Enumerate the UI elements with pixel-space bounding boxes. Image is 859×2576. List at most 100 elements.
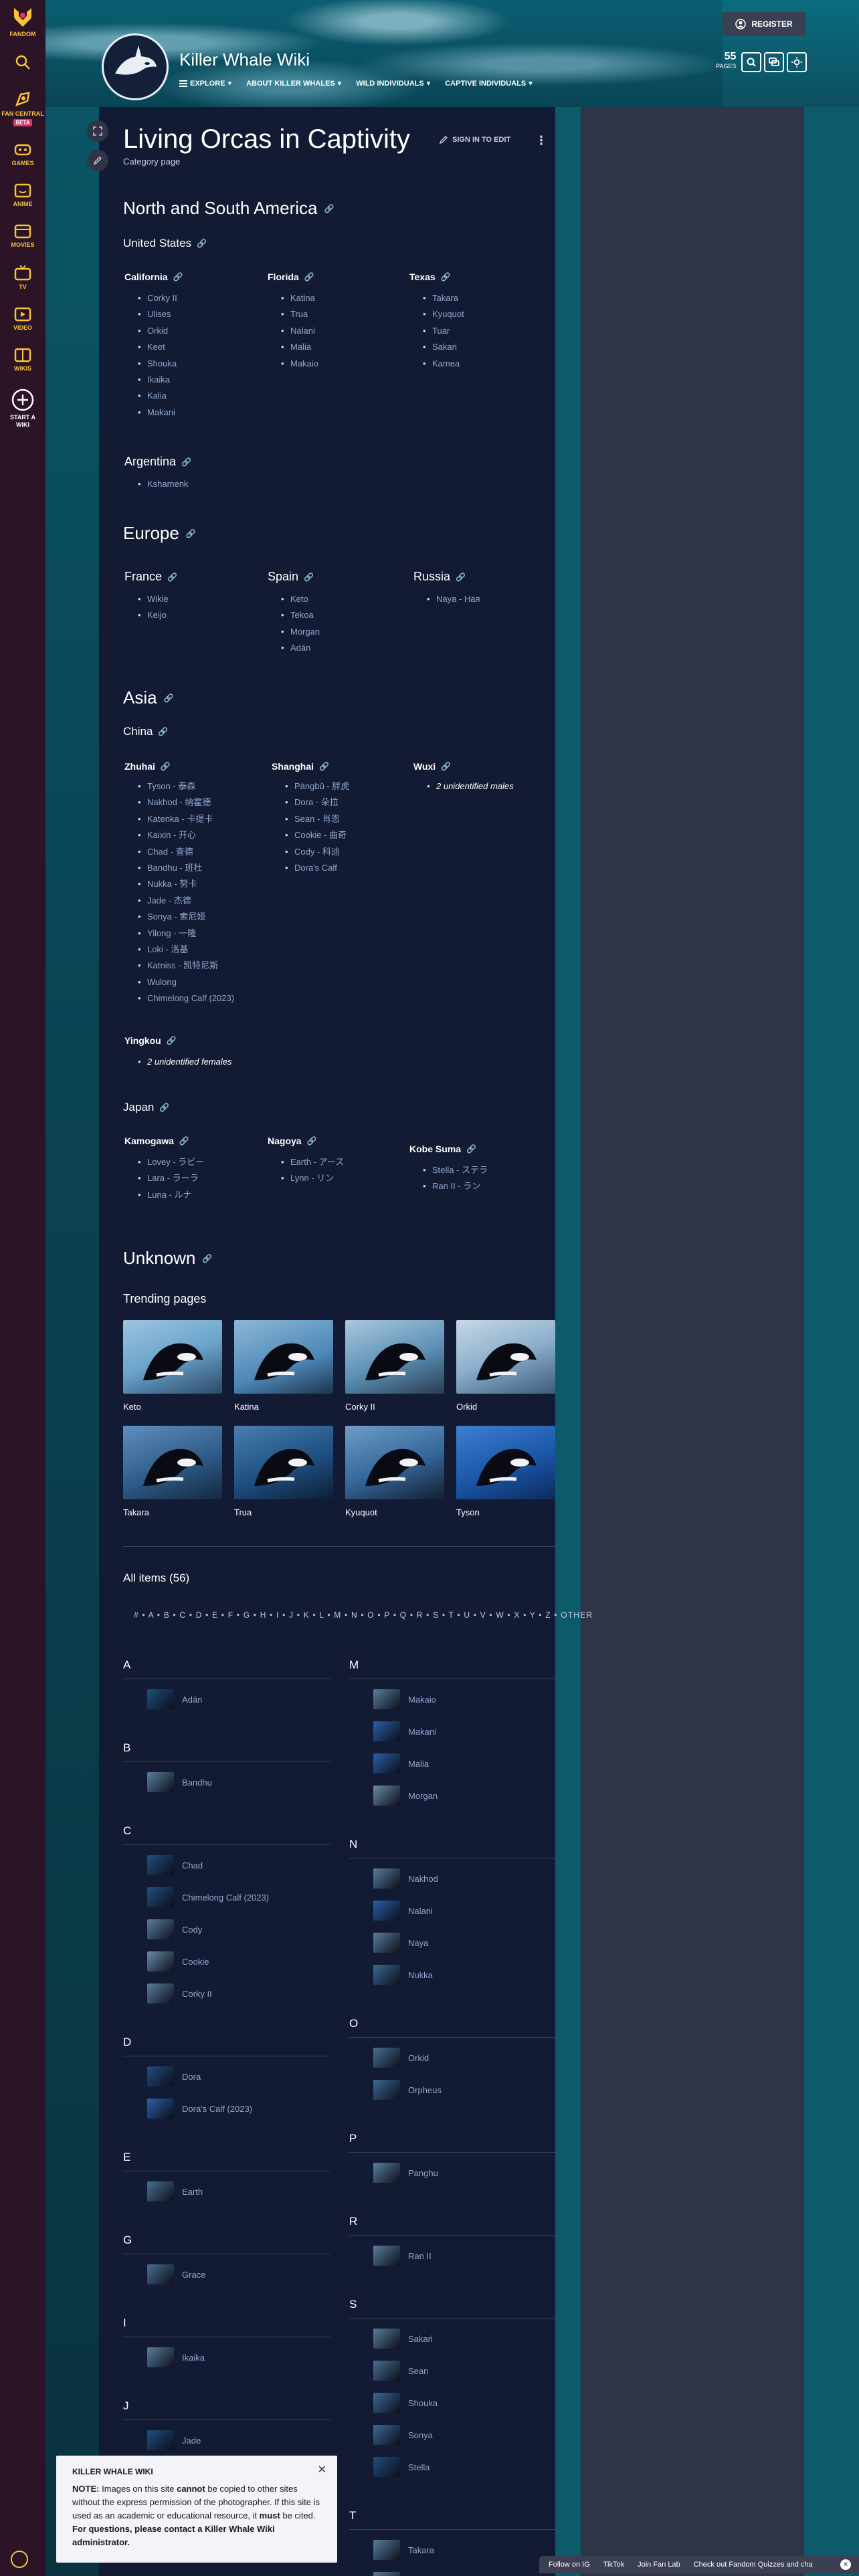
list-item[interactable]: Kyuquot	[409, 306, 464, 323]
list-item[interactable]: Stella - ステラ	[409, 1162, 488, 1179]
list-item[interactable]: Orkid	[124, 323, 177, 340]
list-item[interactable]: Morgan	[268, 624, 320, 641]
wiki-logo[interactable]	[102, 33, 169, 100]
item-thumbnail[interactable]	[147, 1983, 174, 2004]
item-name[interactable]: Chimelong Calf (2023)	[182, 1893, 269, 1903]
list-item[interactable]: Stella	[373, 2457, 430, 2477]
list-item[interactable]: Sakari	[373, 2329, 433, 2349]
list-item[interactable]: Nakhod - 纳霍德	[124, 794, 234, 811]
trending-card[interactable]: Kyuquot	[345, 1426, 444, 1517]
list-item[interactable]: Jade - 杰德	[124, 893, 234, 909]
trending-image[interactable]	[123, 1320, 222, 1394]
list-item[interactable]: Tekoa	[268, 607, 320, 624]
item-name[interactable]: Adán	[182, 1695, 202, 1705]
close-icon[interactable]: ✕	[840, 2559, 851, 2570]
list-item[interactable]: Katniss - 凯特尼斯	[124, 958, 234, 974]
trending-image[interactable]	[456, 1320, 555, 1394]
list-item[interactable]: Nakhod	[373, 1868, 438, 1889]
item-name[interactable]: Makaio	[408, 1695, 436, 1705]
trending-image[interactable]	[345, 1320, 444, 1394]
link-icon[interactable]: 🔗	[441, 762, 451, 771]
trending-label[interactable]: Corky II	[345, 1402, 444, 1412]
fan-central-button[interactable]: FAN CENTRAL BETA	[0, 90, 45, 126]
link-icon[interactable]: 🔗	[164, 693, 174, 703]
anime-button[interactable]: ANIME	[0, 183, 45, 208]
list-item[interactable]: Cody	[147, 1919, 202, 1939]
link-icon[interactable]: 🔗	[466, 1144, 476, 1154]
item-thumbnail[interactable]	[373, 2361, 400, 2381]
list-item[interactable]: Nalani	[373, 1901, 433, 1921]
item-name[interactable]: Sonya	[408, 2430, 433, 2440]
item-name[interactable]: Takara	[408, 2545, 434, 2555]
list-item[interactable]: Wikie	[124, 591, 169, 608]
item-thumbnail[interactable]	[373, 2457, 400, 2477]
trending-image[interactable]	[345, 1426, 444, 1499]
close-icon[interactable]: ✕	[318, 2464, 326, 2477]
list-item[interactable]: Makaio	[373, 1689, 436, 1709]
list-item[interactable]: Kalia	[124, 388, 177, 405]
item-name[interactable]: Jade	[182, 2436, 201, 2446]
trending-card[interactable]: Keto	[123, 1320, 222, 1412]
list-item[interactable]: Takara	[409, 290, 464, 307]
movies-button[interactable]: MOVIES	[0, 224, 45, 249]
item-thumbnail[interactable]	[373, 1868, 400, 1889]
item-thumbnail[interactable]	[147, 1951, 174, 1971]
item-name[interactable]: Corky II	[182, 1989, 212, 1999]
item-name[interactable]: Malia	[408, 1759, 429, 1769]
item-name[interactable]: Ikaika	[182, 2353, 205, 2363]
link-icon[interactable]: 🔗	[179, 1136, 189, 1146]
item-thumbnail[interactable]	[373, 1721, 400, 1741]
list-item[interactable]: Yilong - 一隆	[124, 926, 234, 942]
list-item[interactable]: Malia	[268, 339, 318, 356]
item-name[interactable]: Sean	[408, 2366, 428, 2376]
link-icon[interactable]: 🔗	[324, 204, 335, 213]
trending-label[interactable]: Keto	[123, 1402, 222, 1412]
list-item[interactable]: Kamea	[409, 356, 464, 372]
alphabet-nav[interactable]: # • A • B • C • D • E • F • G • H • I • …	[134, 1610, 593, 1620]
list-item[interactable]: Sonya - 索尼娅	[124, 909, 234, 926]
item-thumbnail[interactable]	[373, 1965, 400, 1985]
item-thumbnail[interactable]	[373, 2572, 400, 2576]
trending-image[interactable]	[456, 1426, 555, 1499]
list-item[interactable]: Earth - アース	[268, 1154, 344, 1171]
search-tool-button[interactable]	[741, 52, 761, 72]
list-item[interactable]: Malia	[373, 1753, 429, 1774]
item-name[interactable]: Sakari	[408, 2334, 433, 2344]
list-item[interactable]: Jade	[147, 2430, 201, 2450]
trending-label[interactable]: Kyuquot	[345, 1507, 444, 1517]
theme-toggle-button[interactable]	[787, 52, 807, 72]
footer-quizzes[interactable]: Check out Fandom Quizzes and cha	[694, 2561, 813, 2569]
item-thumbnail[interactable]	[147, 1689, 174, 1709]
list-item[interactable]: Nukka	[373, 1965, 433, 1985]
list-item[interactable]: Sean	[373, 2361, 428, 2381]
list-item[interactable]: Kshamenk	[124, 476, 188, 493]
item-name[interactable]: Chad	[182, 1860, 203, 1870]
item-name[interactable]: Cody	[182, 1925, 202, 1935]
item-name[interactable]: Nalani	[408, 1906, 433, 1916]
trending-label[interactable]: Orkid	[456, 1402, 555, 1412]
list-item[interactable]: Sean - 肖恩	[272, 811, 349, 828]
list-item[interactable]: Makani	[124, 405, 177, 421]
trending-label[interactable]: Tyson	[456, 1507, 555, 1517]
list-item[interactable]: Tuar	[409, 323, 464, 340]
trending-card[interactable]: Orkid	[456, 1320, 555, 1412]
item-thumbnail[interactable]	[373, 2163, 400, 2183]
list-item[interactable]: Katenka - 卡提卡	[124, 811, 234, 828]
link-icon[interactable]: 🔗	[456, 572, 466, 582]
list-item[interactable]: Dora's Calf (2023)	[147, 2099, 252, 2119]
item-thumbnail[interactable]	[373, 2329, 400, 2349]
list-item[interactable]: Kaixin - 开心	[124, 827, 234, 844]
list-item[interactable]: Orpheus	[373, 2080, 442, 2100]
list-item[interactable]: Cookie	[147, 1951, 209, 1971]
list-item[interactable]: Katina	[268, 290, 318, 307]
item-thumbnail[interactable]	[373, 2540, 400, 2560]
item-thumbnail[interactable]	[147, 2181, 174, 2202]
video-button[interactable]: VIDEO	[0, 307, 45, 332]
list-item[interactable]: Lynn - リン	[268, 1170, 344, 1187]
item-thumbnail[interactable]	[147, 2347, 174, 2367]
list-item[interactable]: Chimelong Calf (2023)	[147, 1887, 269, 1907]
games-button[interactable]: GAMES	[0, 142, 45, 167]
list-item[interactable]: Chad - 查德	[124, 844, 234, 861]
list-item[interactable]: Tekoa	[373, 2572, 432, 2576]
item-thumbnail[interactable]	[373, 2393, 400, 2413]
